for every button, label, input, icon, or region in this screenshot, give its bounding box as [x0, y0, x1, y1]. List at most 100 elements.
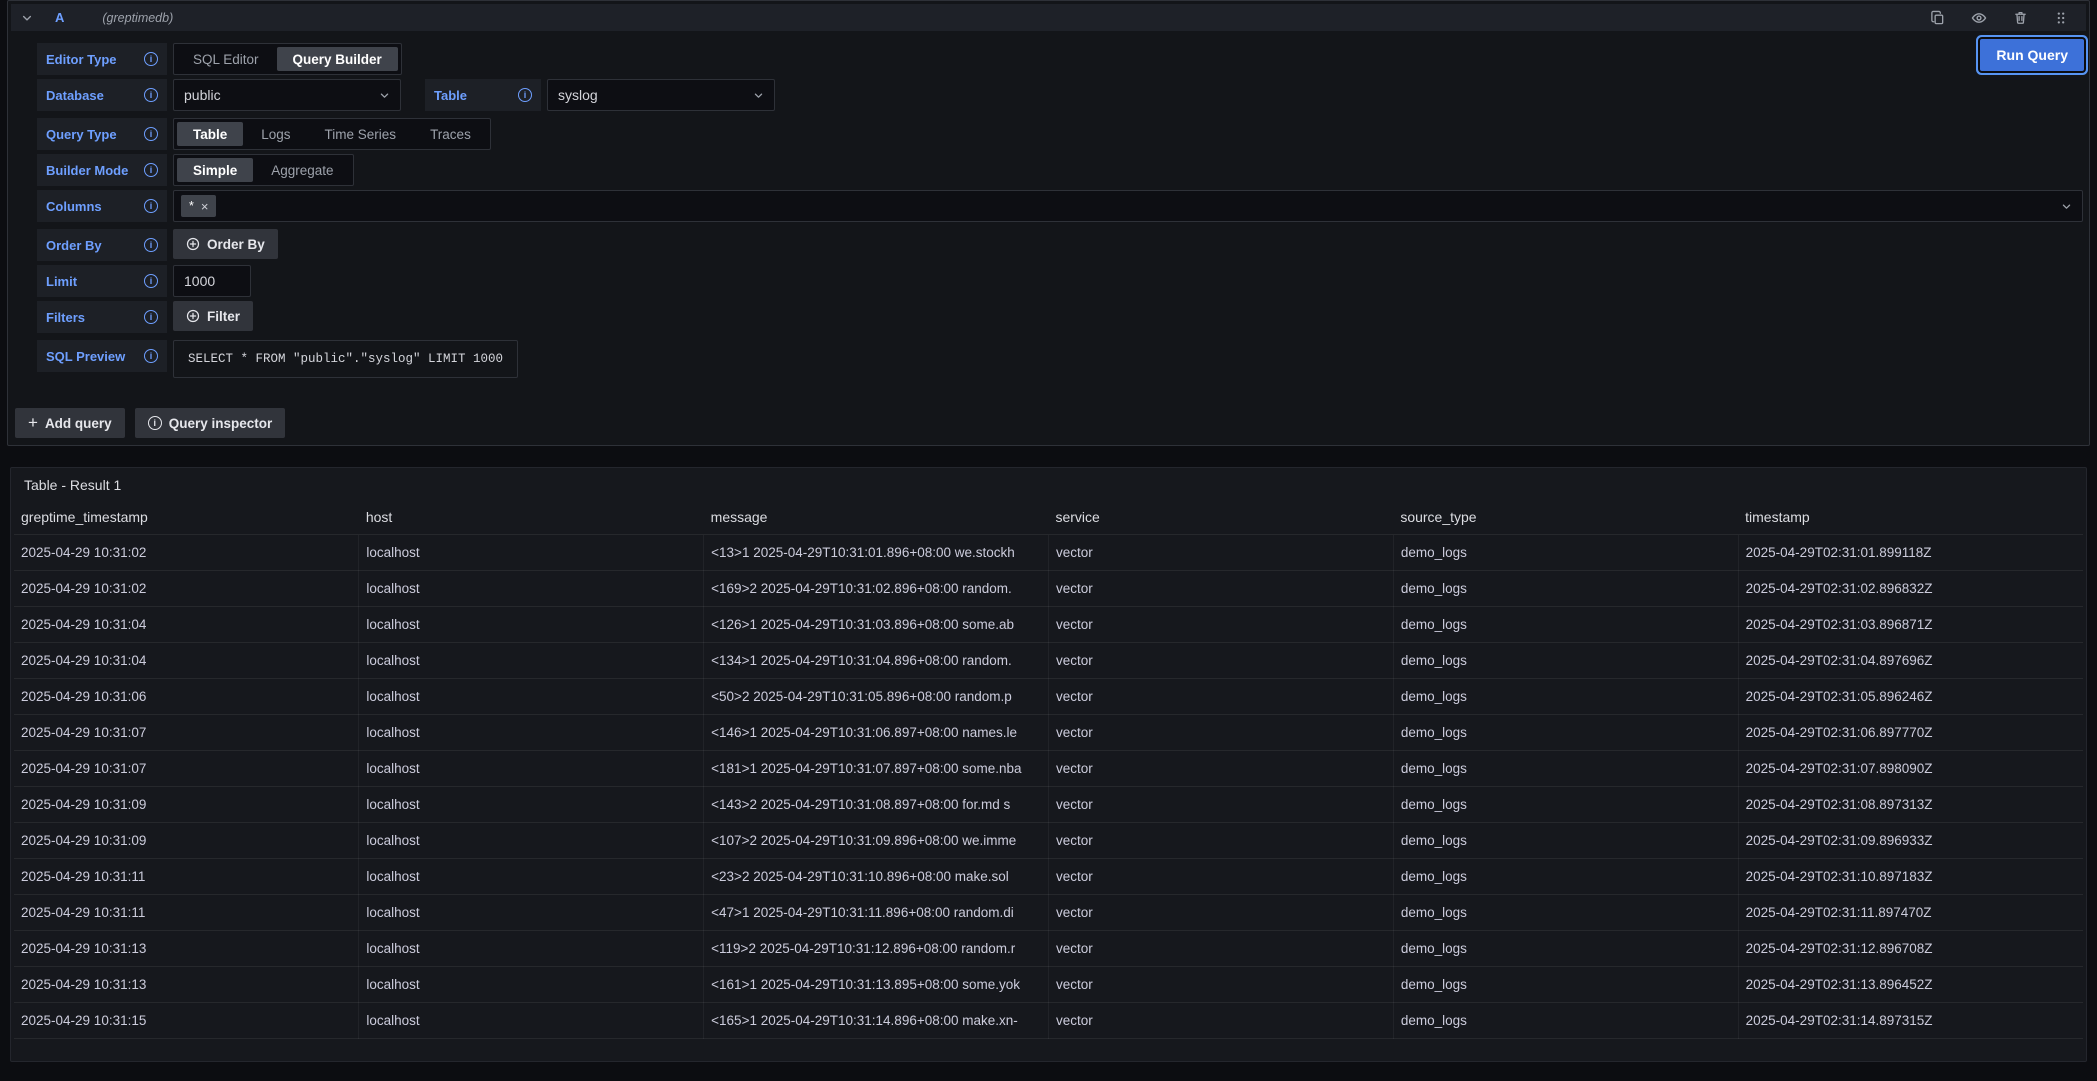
- table-cell: 2025-04-29 10:31:02: [14, 535, 359, 571]
- remove-chip-icon[interactable]: ×: [201, 200, 209, 213]
- radio-option-table[interactable]: Table: [177, 122, 243, 146]
- editor-type-label: Editor Type: [46, 52, 144, 67]
- columns-chip-list: *×: [184, 195, 2053, 217]
- info-icon[interactable]: i: [144, 88, 158, 102]
- table-cell: vector: [1048, 931, 1393, 967]
- table-cell: localhost: [359, 679, 704, 715]
- delete-query-trash-icon[interactable]: [2005, 10, 2036, 25]
- info-icon[interactable]: i: [144, 274, 158, 288]
- add-query-button[interactable]: + Add query: [15, 408, 125, 438]
- builder-mode-label: Builder Mode: [46, 163, 144, 178]
- table-cell: 2025-04-29T02:31:10.897183Z: [1738, 859, 2083, 895]
- table-cell: 2025-04-29T02:31:11.897470Z: [1738, 895, 2083, 931]
- database-select[interactable]: public: [173, 79, 401, 111]
- info-icon[interactable]: i: [144, 238, 158, 252]
- duplicate-query-icon[interactable]: [1922, 10, 1953, 25]
- info-icon[interactable]: i: [144, 349, 158, 363]
- table-cell: vector: [1048, 679, 1393, 715]
- table-cell: vector: [1048, 967, 1393, 1003]
- column-header-greptime_timestamp[interactable]: greptime_timestamp: [14, 503, 359, 535]
- query-inspector-button-label: Query inspector: [169, 416, 273, 431]
- table-cell: 2025-04-29T02:31:09.896933Z: [1738, 823, 2083, 859]
- columns-label: Columns: [46, 199, 144, 214]
- table-cell: demo_logs: [1393, 787, 1738, 823]
- table-cell: 2025-04-29T02:31:12.896708Z: [1738, 931, 2083, 967]
- column-header-timestamp[interactable]: timestamp: [1738, 503, 2083, 535]
- collapse-chevron-icon[interactable]: [21, 12, 33, 24]
- info-icon[interactable]: i: [144, 199, 158, 213]
- table-cell: 2025-04-29T02:31:01.899118Z: [1738, 535, 2083, 571]
- table-row: 2025-04-29 10:31:04localhost<134>1 2025-…: [14, 643, 2083, 679]
- column-chip-label: *: [189, 199, 194, 213]
- radio-option-sql-editor[interactable]: SQL Editor: [177, 47, 275, 71]
- query-ref-id: A: [55, 10, 64, 25]
- table-cell: 2025-04-29 10:31:13: [14, 967, 359, 1003]
- radio-option-query-builder[interactable]: Query Builder: [277, 47, 398, 71]
- table-row: 2025-04-29 10:31:13localhost<119>2 2025-…: [14, 931, 2083, 967]
- table-cell: localhost: [359, 823, 704, 859]
- sql-preview-label-box: SQL Preview i: [37, 340, 167, 372]
- radio-option-traces[interactable]: Traces: [414, 122, 487, 146]
- info-icon[interactable]: i: [144, 127, 158, 141]
- drag-handle-icon[interactable]: [2046, 11, 2076, 25]
- table-cell: 2025-04-29 10:31:09: [14, 823, 359, 859]
- info-icon[interactable]: i: [144, 310, 158, 324]
- database-label-box: Database i: [37, 79, 167, 111]
- sql-preview-code: SELECT * FROM "public"."syslog" LIMIT 10…: [173, 340, 518, 378]
- column-chip[interactable]: *×: [181, 195, 216, 217]
- table-cell: <50>2 2025-04-29T10:31:05.896+08:00 rand…: [704, 679, 1049, 715]
- table-cell: 2025-04-29 10:31:04: [14, 643, 359, 679]
- table-cell: 2025-04-29 10:31:11: [14, 859, 359, 895]
- info-icon[interactable]: i: [144, 52, 158, 66]
- run-query-button[interactable]: Run Query: [1980, 39, 2084, 71]
- columns-multiselect[interactable]: *×: [173, 190, 2083, 222]
- table-cell: vector: [1048, 643, 1393, 679]
- column-header-host[interactable]: host: [359, 503, 704, 535]
- radio-option-time-series[interactable]: Time Series: [309, 122, 413, 146]
- table-cell: 2025-04-29T02:31:08.897313Z: [1738, 787, 2083, 823]
- query-row-header[interactable]: A (greptimedb): [11, 4, 2086, 31]
- table-cell: 2025-04-29T02:31:04.897696Z: [1738, 643, 2083, 679]
- query-inspector-button[interactable]: i Query inspector: [135, 408, 286, 438]
- order-by-label-box: Order By i: [37, 229, 167, 261]
- query-type-radio-group: TableLogsTime SeriesTraces: [173, 118, 491, 150]
- radio-option-logs[interactable]: Logs: [245, 122, 306, 146]
- table-row: 2025-04-29 10:31:09localhost<143>2 2025-…: [14, 787, 2083, 823]
- sql-preview-label: SQL Preview: [46, 349, 144, 364]
- table-select[interactable]: syslog: [547, 79, 775, 111]
- panel-editor-page: A (greptimedb): [0, 0, 2097, 1062]
- table-row: 2025-04-29 10:31:09localhost<107>2 2025-…: [14, 823, 2083, 859]
- table-cell: <47>1 2025-04-29T10:31:11.896+08:00 rand…: [704, 895, 1049, 931]
- table-cell: vector: [1048, 535, 1393, 571]
- table-cell: demo_logs: [1393, 607, 1738, 643]
- table-cell: <146>1 2025-04-29T10:31:06.897+08:00 nam…: [704, 715, 1049, 751]
- hide-query-eye-icon[interactable]: [1963, 10, 1995, 26]
- column-header-service[interactable]: service: [1048, 503, 1393, 535]
- filter-button-label: Filter: [207, 309, 240, 324]
- info-icon[interactable]: i: [144, 163, 158, 177]
- results-table-body: 2025-04-29 10:31:02localhost<13>1 2025-0…: [14, 535, 2083, 1039]
- add-order-by-button[interactable]: Order By: [173, 229, 278, 259]
- radio-option-simple[interactable]: Simple: [177, 158, 253, 182]
- table-cell: localhost: [359, 751, 704, 787]
- chevron-down-icon: [2061, 201, 2072, 212]
- limit-input[interactable]: [173, 265, 251, 297]
- table-cell: demo_logs: [1393, 643, 1738, 679]
- table-cell: demo_logs: [1393, 967, 1738, 1003]
- table-cell: <126>1 2025-04-29T10:31:03.896+08:00 som…: [704, 607, 1049, 643]
- info-circle-icon: i: [148, 416, 162, 430]
- column-header-message[interactable]: message: [704, 503, 1049, 535]
- info-icon[interactable]: i: [518, 88, 532, 102]
- editor-type-row: Editor Type i SQL EditorQuery Builder: [37, 43, 2089, 75]
- table-cell: <119>2 2025-04-29T10:31:12.896+08:00 ran…: [704, 931, 1049, 967]
- table-row: 2025-04-29 10:31:02localhost<13>1 2025-0…: [14, 535, 2083, 571]
- table-cell: vector: [1048, 859, 1393, 895]
- query-type-row: Query Type i TableLogsTime SeriesTraces: [37, 118, 2089, 150]
- table-row: 2025-04-29 10:31:04localhost<126>1 2025-…: [14, 607, 2083, 643]
- add-filter-button[interactable]: Filter: [173, 301, 253, 331]
- limit-row: Limit i: [37, 265, 2089, 297]
- radio-option-aggregate[interactable]: Aggregate: [255, 158, 349, 182]
- column-header-source_type[interactable]: source_type: [1393, 503, 1738, 535]
- table-cell: localhost: [359, 895, 704, 931]
- table-cell: <161>1 2025-04-29T10:31:13.895+08:00 som…: [704, 967, 1049, 1003]
